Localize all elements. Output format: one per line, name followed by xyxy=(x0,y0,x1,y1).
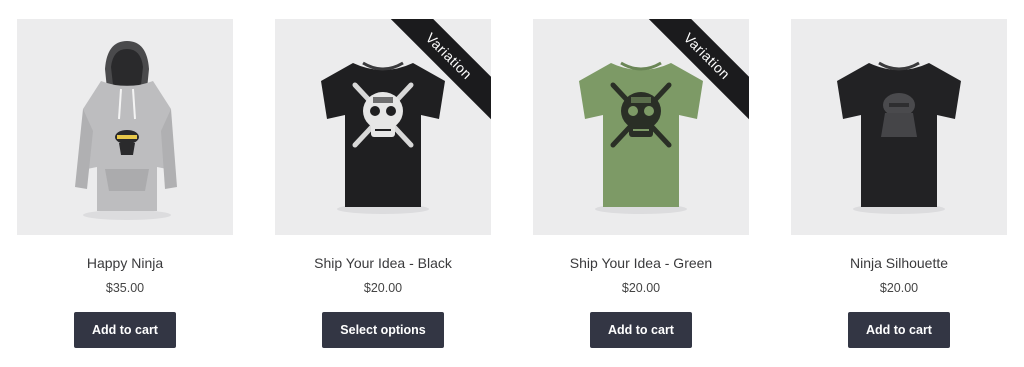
product-title[interactable]: Happy Ninja xyxy=(17,253,233,273)
product-title[interactable]: Ship Your Idea - Green xyxy=(533,253,749,273)
product-grid: Happy Ninja $35.00 Add to cart Variation xyxy=(0,0,1024,367)
product-card-happy-ninja: Happy Ninja $35.00 Add to cart xyxy=(17,19,233,348)
product-card-ninja-silhouette: Ninja Silhouette $20.00 Add to cart xyxy=(791,19,1007,348)
add-to-cart-button[interactable]: Add to cart xyxy=(848,312,950,348)
hoodie-image xyxy=(75,41,177,220)
product-price: $20.00 xyxy=(363,281,403,295)
product-image[interactable]: Variation xyxy=(275,19,491,235)
add-to-cart-button[interactable]: Add to cart xyxy=(74,312,176,348)
product-title[interactable]: Ship Your Idea - Black xyxy=(275,253,491,273)
product-image[interactable] xyxy=(17,19,233,235)
product-price: $20.00 xyxy=(879,281,919,295)
product-image[interactable]: Variation xyxy=(533,19,749,235)
tshirt-image xyxy=(837,61,961,214)
product-price: $35.00 xyxy=(105,281,145,295)
product-card-ship-your-idea-black: Variation Ship Your Idea - Black $20.00 … xyxy=(275,19,491,348)
product-card-ship-your-idea-green: Variation Ship Your Idea - Green $20.00 … xyxy=(533,19,749,348)
add-to-cart-button[interactable]: Add to cart xyxy=(590,312,692,348)
product-image[interactable] xyxy=(791,19,1007,235)
product-title[interactable]: Ninja Silhouette xyxy=(791,253,1007,273)
product-price: $20.00 xyxy=(621,281,661,295)
select-options-button[interactable]: Select options xyxy=(322,312,444,348)
